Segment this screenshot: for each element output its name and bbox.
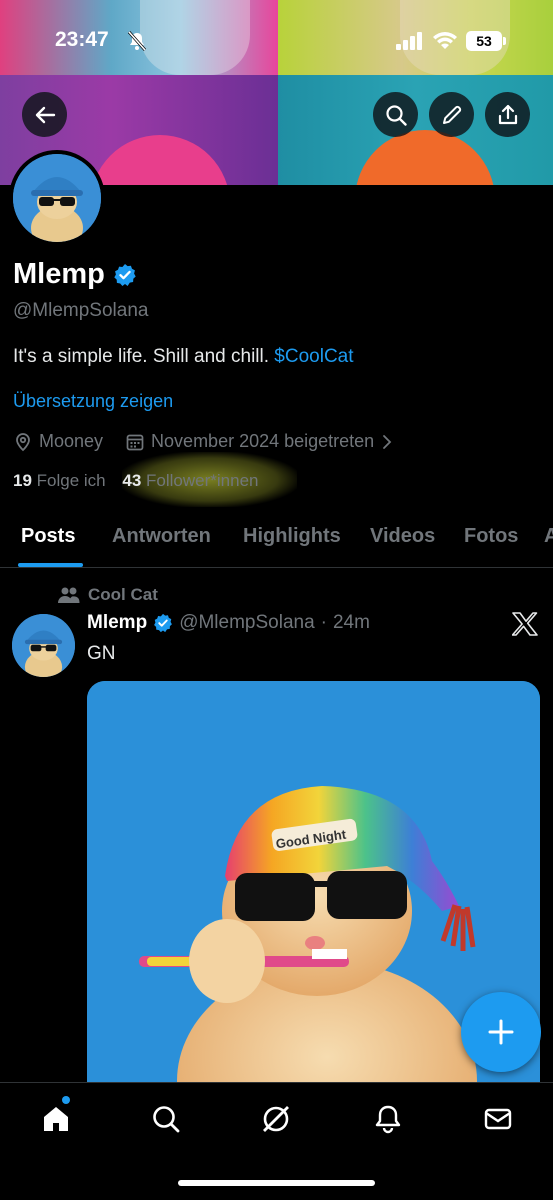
battery-cap: [503, 37, 506, 45]
verified-badge-icon: [114, 263, 136, 286]
verified-badge-icon: [154, 613, 173, 633]
battery-indicator: 53: [466, 31, 502, 51]
community-context[interactable]: Cool Cat: [58, 585, 158, 605]
tab-highlights[interactable]: Highlights: [243, 525, 341, 548]
community-icon: [58, 587, 80, 603]
search-icon: [385, 104, 407, 126]
tab-replies[interactable]: Antworten: [112, 525, 211, 548]
home-icon: [44, 1107, 68, 1131]
signal-icon: [396, 32, 422, 50]
pencil-icon: [442, 105, 461, 124]
follow-stats: 19 Folge ich 43 Follower*innen: [13, 471, 258, 491]
active-tab-indicator: [18, 563, 83, 567]
followers-stat[interactable]: 43 Follower*innen: [122, 471, 258, 490]
tab-videos[interactable]: Videos: [370, 525, 435, 548]
compose-post-button[interactable]: [461, 992, 541, 1072]
post-text: GN: [87, 643, 116, 664]
avatar-image: [13, 154, 101, 242]
home-notification-dot: [62, 1096, 70, 1104]
profile-location: Mooney: [39, 431, 104, 451]
following-label: Folge ich: [36, 471, 106, 490]
community-name: Cool Cat: [88, 585, 158, 604]
bio-cashtag-link[interactable]: $CoolCat: [274, 346, 353, 367]
tab-photos[interactable]: Fotos: [464, 525, 518, 548]
edit-button[interactable]: [429, 92, 474, 137]
calendar-icon: [126, 434, 144, 450]
post-avatar[interactable]: [12, 614, 75, 677]
nav-notifications[interactable]: [370, 1101, 406, 1137]
nav-home[interactable]: [38, 1101, 74, 1137]
banner-cat-1: [140, 0, 250, 75]
x-logo-icon[interactable]: [512, 612, 538, 636]
home-indicator[interactable]: [178, 1180, 375, 1186]
translate-link[interactable]: Übersetzung zeigen: [13, 391, 173, 412]
cat-avatar-illustration: [12, 614, 75, 677]
post-header: Mlemp @MlempSolana · 24m: [87, 612, 370, 634]
profile-tabs: Posts Antworten Highlights Videos Fotos …: [0, 520, 553, 568]
tab-posts[interactable]: Posts: [21, 525, 75, 548]
profile-avatar[interactable]: [9, 150, 105, 246]
back-button[interactable]: [22, 92, 67, 137]
nav-grok[interactable]: [258, 1101, 294, 1137]
grok-icon: [263, 1106, 289, 1132]
post-author-name[interactable]: Mlemp: [87, 612, 147, 634]
plus-icon: [488, 1019, 514, 1045]
profile-meta: Mooney November 2024 beigetreten: [13, 431, 394, 452]
profile-handle: @MlempSolana: [13, 300, 149, 321]
profile-joined-date: November 2024 beigetreten: [151, 431, 375, 451]
post-separator: ·: [320, 612, 327, 633]
profile-name: Mlemp: [13, 258, 105, 290]
wifi-icon: [433, 32, 457, 49]
nav-search[interactable]: [148, 1101, 184, 1137]
bio-text: It's a simple life. Shill and chill.: [13, 346, 270, 367]
tab-articles[interactable]: A: [544, 525, 553, 548]
profile-name-row: Mlemp: [13, 258, 137, 291]
status-time: 23:47: [55, 28, 109, 51]
followers-label: Follower*innen: [146, 471, 259, 490]
post-time: 24m: [332, 612, 370, 633]
location-pin-icon: [16, 432, 30, 451]
search-button[interactable]: [373, 92, 418, 137]
share-button[interactable]: [485, 92, 530, 137]
profile-bio: It's a simple life. Shill and chill. $Co…: [13, 346, 354, 368]
silent-bell-icon: [128, 31, 146, 51]
arrow-left-icon: [35, 106, 55, 123]
mail-icon: [484, 1108, 512, 1130]
nav-messages[interactable]: [480, 1101, 516, 1137]
following-stat[interactable]: 19 Folge ich: [13, 471, 106, 490]
followers-count: 43: [122, 471, 142, 490]
share-icon: [498, 104, 517, 124]
following-count: 19: [13, 471, 32, 490]
chevron-right-icon[interactable]: [380, 433, 394, 451]
bell-icon: [375, 1105, 401, 1134]
search-icon: [153, 1106, 180, 1133]
cat-avatar-illustration: [13, 154, 101, 242]
post-author-handle[interactable]: @MlempSolana: [179, 612, 314, 634]
